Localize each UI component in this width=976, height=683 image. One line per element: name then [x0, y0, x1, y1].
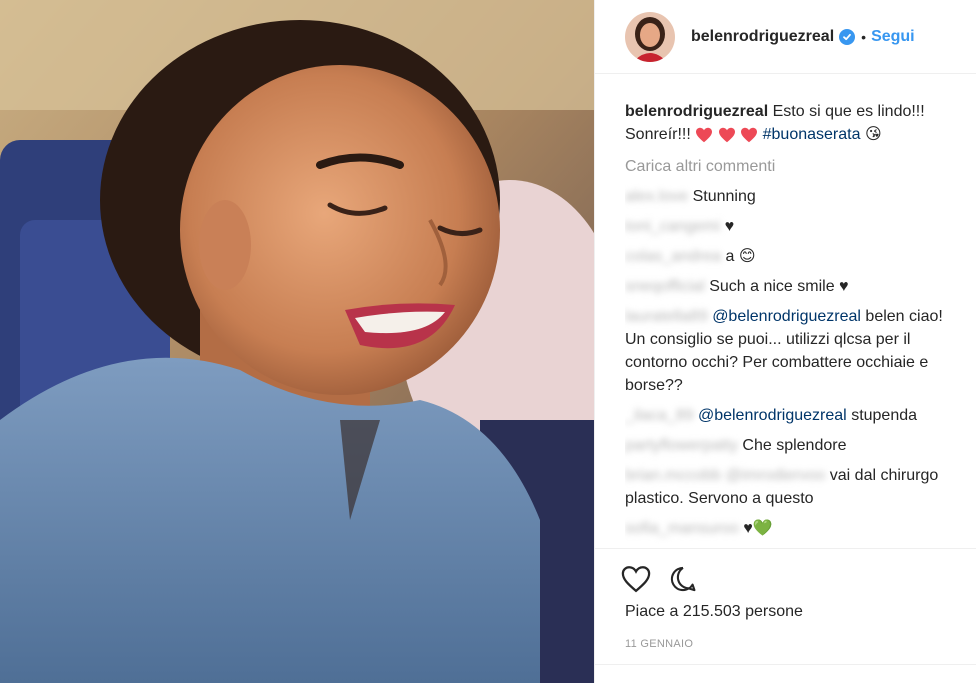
comment-username[interactable]: colas_andrea: [625, 248, 721, 265]
comment-username[interactable]: partyflowerpatty: [625, 437, 738, 454]
comment-text: stupenda: [851, 407, 918, 424]
post-photo[interactable]: [0, 0, 594, 683]
comment: colas_andrea a 😊: [625, 245, 965, 268]
post-caption: belenrodriguezreal Esto si que es lindo!…: [625, 100, 965, 146]
comment: partyflowerpatty Che splendore: [625, 434, 965, 457]
red-heart-icon: [696, 127, 713, 143]
comment-text: ♥💚: [743, 520, 773, 537]
heart-outline-icon[interactable]: [621, 565, 651, 598]
red-heart-icon: [741, 127, 758, 143]
comment: sneqofficial Such a nice smile ♥: [625, 275, 965, 298]
comment: _ilaca_89 @belenrodriguezreal stupenda: [625, 404, 965, 427]
avatar[interactable]: [625, 11, 675, 62]
comment: toni_cangemi ♥: [625, 215, 965, 238]
instagram-post: belenrodriguezreal • Segui belenrodrigue…: [0, 0, 976, 683]
comment: brian.mccobb @imrodiervoo vai dal chirur…: [625, 464, 965, 510]
divider: [595, 664, 976, 665]
verified-badge-icon: [839, 28, 856, 45]
comment: lauratella89 @belenrodriguezreal belen c…: [625, 305, 965, 397]
comment-text: Che splendore: [742, 437, 847, 454]
comment-mention[interactable]: @belenrodriguezreal: [698, 407, 847, 424]
comment-bubble-icon[interactable]: [669, 565, 697, 598]
comments-list[interactable]: belenrodriguezreal Esto si que es lindo!…: [625, 100, 965, 546]
post-header: belenrodriguezreal • Segui: [595, 0, 976, 74]
comment-username[interactable]: brian.mccobb: [625, 467, 721, 484]
comment-text: Such a nice smile ♥: [709, 278, 849, 295]
comment: alex.love Stunning: [625, 185, 965, 208]
comment-username[interactable]: toni_cangemi: [625, 218, 720, 235]
comment-text: ♥: [724, 218, 735, 235]
post-actions: [595, 548, 976, 598]
comment-text: a 😊: [725, 248, 756, 265]
comment-username[interactable]: lauratella89: [625, 308, 708, 325]
red-heart-icon: [718, 127, 735, 143]
caption-hashtag[interactable]: #buonaserata: [763, 126, 861, 143]
post-date[interactable]: 11 GENNAIO: [625, 638, 693, 650]
kiss-emoji-icon: 😘: [864, 126, 882, 143]
likes-count[interactable]: Piace a 215.503 persone: [625, 603, 803, 621]
follow-button[interactable]: Segui: [871, 28, 915, 46]
comment-mention[interactable]: @belenrodriguezreal: [712, 308, 861, 325]
selfie-image: [0, 0, 594, 683]
comment-username[interactable]: alex.love: [625, 188, 688, 205]
red-hearts: [695, 126, 762, 143]
comment-mention[interactable]: @imrodiervoo: [726, 467, 826, 484]
post-side-panel: belenrodriguezreal • Segui belenrodrigue…: [594, 0, 976, 683]
load-more-comments-link[interactable]: Carica altri commenti: [625, 155, 965, 178]
comment: sofia_mansuroo ♥💚: [625, 517, 965, 540]
header-username[interactable]: belenrodriguezreal: [691, 28, 834, 46]
comment-username[interactable]: sofia_mansuroo: [625, 520, 739, 537]
comment-text: Stunning: [692, 188, 756, 205]
separator-dot: •: [861, 28, 867, 45]
avatar-image: [625, 11, 675, 62]
caption-username[interactable]: belenrodriguezreal: [625, 103, 768, 120]
comment-username[interactable]: sneqofficial: [625, 278, 705, 295]
comment-username[interactable]: _ilaca_89: [625, 407, 694, 424]
